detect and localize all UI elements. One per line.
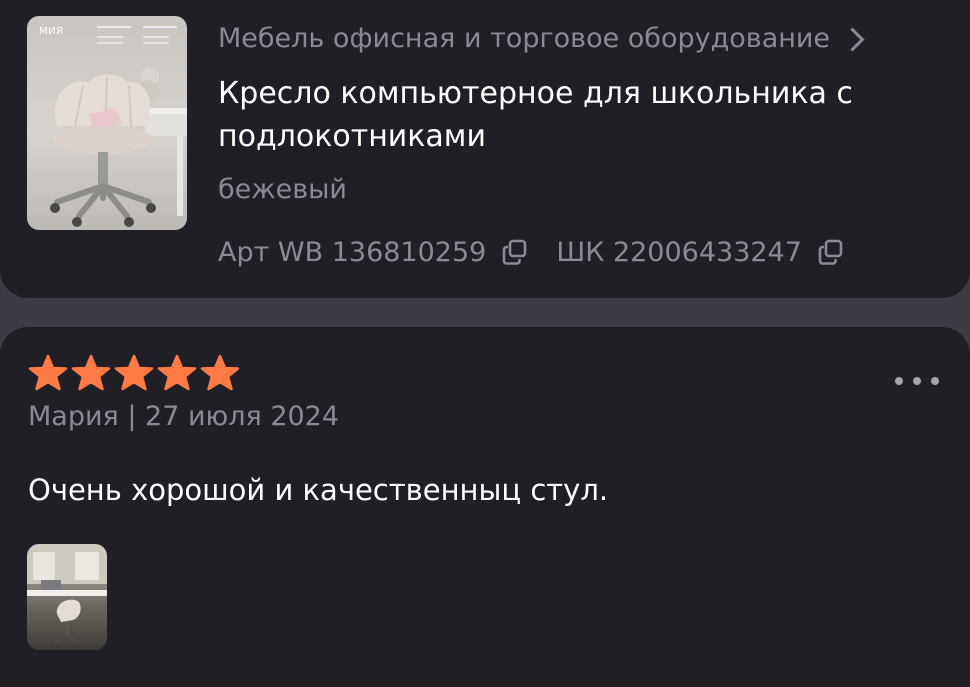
chair-image [50,67,187,227]
copy-barcode-button[interactable] [816,237,846,267]
star-icon [28,354,68,391]
more-dots-icon [913,377,921,385]
product-title[interactable]: Кресло компьютерное для школьника с подл… [218,72,948,158]
product-codes: Арт WB 136810259 ШК 22006433247 [218,232,846,272]
product-color: бежевый [218,174,347,205]
review-photo-image [27,544,107,644]
star-icon [200,354,240,391]
review-text: Очень хорошой и качественныц стул. [28,473,609,507]
product-thumbnail[interactable]: МИЯ [27,16,187,230]
rating-stars [28,354,240,392]
copy-icon [818,239,843,265]
more-dots-icon [931,377,939,385]
category-link[interactable]: Мебель офисная и торговое оборудование [218,18,865,58]
review-author-date: Мария | 27 июля 2024 [28,401,340,432]
more-dots-icon [895,377,903,385]
article-number: Арт WB 136810259 [218,236,487,268]
review-photo[interactable] [27,544,107,650]
copy-article-button[interactable] [500,237,530,267]
star-icon [114,354,154,391]
category-label: Мебель офисная и торговое оборудование [218,22,831,54]
star-icon [71,354,111,391]
chevron-right-icon [840,26,865,52]
star-icon [157,354,197,391]
barcode-number: ШК 22006433247 [556,236,802,268]
product-card[interactable]: МИЯ Мебель офисная и торговое оборудован… [0,0,970,298]
more-options-button[interactable] [895,370,939,392]
copy-icon [503,239,527,265]
